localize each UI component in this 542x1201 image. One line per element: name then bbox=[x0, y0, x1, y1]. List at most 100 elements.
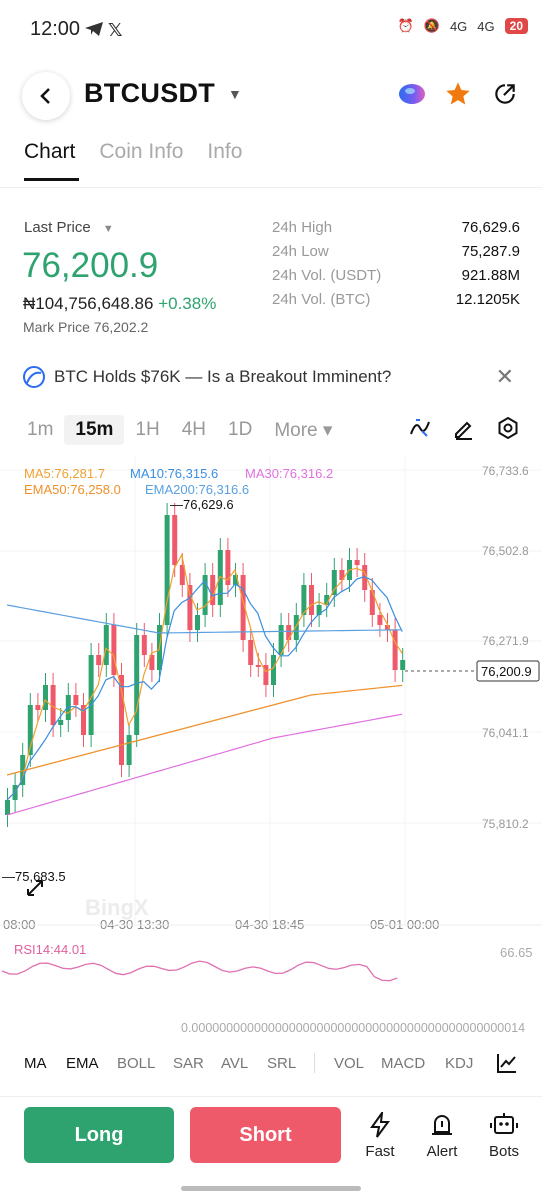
candle-body bbox=[134, 635, 140, 735]
news-banner[interactable]: BTC Holds $76K — Is a Breakout Imminent? bbox=[22, 364, 522, 390]
tf-15m[interactable]: 15m bbox=[64, 415, 125, 445]
alert-label: Alert bbox=[426, 1143, 458, 1160]
tab-info[interactable]: Info bbox=[207, 140, 242, 164]
tab-active-indicator bbox=[24, 178, 79, 181]
indicator-settings-icon[interactable] bbox=[496, 1052, 518, 1074]
x-icon: 𝕏 bbox=[108, 20, 123, 40]
chart-tools bbox=[408, 416, 520, 440]
candle-body bbox=[377, 615, 383, 625]
y-tick: 76,271.9 bbox=[482, 634, 529, 648]
ind-ma[interactable]: MA bbox=[24, 1055, 47, 1072]
stat-label: 24h Vol. (USDT) bbox=[272, 267, 382, 284]
robot-icon bbox=[490, 1113, 518, 1134]
header: BTCUSDT ▼ bbox=[0, 68, 542, 124]
star-icon[interactable] bbox=[444, 80, 472, 113]
pair-title[interactable]: BTCUSDT bbox=[84, 78, 215, 109]
stats-panel: 24h High 76,629.6 24h Low 75,287.9 24h Vol… bbox=[272, 219, 520, 315]
stat-row: 24h Vol. (USDT) 921.88M bbox=[272, 267, 520, 291]
ind-avl[interactable]: AVL bbox=[221, 1055, 248, 1072]
pair-dropdown-icon[interactable]: ▼ bbox=[228, 86, 242, 102]
tf-1d[interactable]: 1D bbox=[217, 415, 263, 445]
candle-body bbox=[392, 630, 398, 670]
low-marker: —75,683.5 bbox=[2, 869, 66, 884]
candle-body bbox=[103, 625, 109, 665]
main-tabs: Chart Coin Info Info bbox=[24, 140, 242, 164]
stat-value: 12.1205K bbox=[455, 291, 520, 308]
candle-body bbox=[141, 635, 147, 655]
bots-label: Bots bbox=[488, 1143, 519, 1160]
stat-value: 76,629.6 bbox=[461, 219, 520, 236]
indicator-tool-icon[interactable] bbox=[408, 416, 432, 440]
ind-vol[interactable]: VOL bbox=[334, 1055, 364, 1072]
stat-label: 24h Vol. (BTC) bbox=[272, 291, 371, 308]
tf-more[interactable]: More ▾ bbox=[263, 415, 343, 446]
candle-body bbox=[271, 655, 276, 685]
last-price-label: Last Price bbox=[24, 219, 91, 236]
back-button[interactable] bbox=[22, 72, 70, 120]
candle-body bbox=[400, 660, 406, 670]
status-icons: ⏰ 🔕 4G 4G 20 bbox=[398, 18, 528, 34]
short-button[interactable]: Short bbox=[190, 1107, 341, 1163]
candle-body bbox=[58, 720, 64, 725]
share-icon[interactable] bbox=[492, 81, 518, 112]
candle-body bbox=[309, 585, 314, 615]
candle-body bbox=[126, 735, 132, 765]
local-price: ₦104,756,648.86 bbox=[23, 294, 154, 313]
home-indicator bbox=[181, 1186, 361, 1191]
rsi-legend: RSI14:44.01 bbox=[14, 942, 86, 957]
ma5-legend: MA5:76,281.7 bbox=[24, 466, 105, 481]
candle-body bbox=[248, 640, 254, 665]
alert-button[interactable]: Alert bbox=[417, 1111, 467, 1160]
candle-body bbox=[286, 625, 292, 640]
mark-price: Mark Price 76,202.2 bbox=[23, 319, 149, 335]
timeframe-bar: 1m 15m 1H 4H 1D More ▾ bbox=[16, 414, 343, 446]
ind-ema[interactable]: EMA bbox=[66, 1055, 99, 1072]
rsi-panel[interactable]: RSI14:44.01 66.65 0.00000000000000000000… bbox=[0, 940, 542, 1040]
y-tick: 76,733.6 bbox=[482, 464, 529, 478]
settings-icon[interactable] bbox=[496, 416, 520, 440]
last-price-selector[interactable]: Last Price ▼ bbox=[24, 219, 114, 236]
stat-row: 24h Vol. (BTC) 12.1205K bbox=[272, 291, 520, 315]
long-button[interactable]: Long bbox=[24, 1107, 174, 1163]
ind-sar[interactable]: SAR bbox=[173, 1055, 204, 1072]
ma30-line bbox=[6, 713, 403, 816]
news-logo-icon bbox=[23, 366, 45, 388]
lightning-icon bbox=[370, 1112, 390, 1138]
news-text: BTC Holds $76K — Is a Breakout Imminent? bbox=[54, 367, 392, 386]
fast-button[interactable]: Fast bbox=[355, 1111, 405, 1160]
candle-body bbox=[172, 515, 178, 565]
candle-body bbox=[43, 685, 48, 710]
bots-button[interactable]: Bots bbox=[479, 1111, 529, 1160]
rsi-line bbox=[1, 960, 398, 982]
ma30-legend: MA30:76,316.2 bbox=[245, 466, 333, 481]
ind-kdj[interactable]: KDJ bbox=[445, 1055, 473, 1072]
ind-macd[interactable]: MACD bbox=[381, 1055, 425, 1072]
battery-badge: 20 bbox=[504, 18, 528, 34]
stat-label: 24h High bbox=[272, 219, 333, 236]
svg-text:76,200.9: 76,200.9 bbox=[481, 664, 532, 679]
ind-srl[interactable]: SRL bbox=[267, 1055, 296, 1072]
close-icon[interactable]: ✕ bbox=[496, 364, 514, 390]
chevron-left-icon bbox=[40, 88, 50, 104]
candle-body bbox=[187, 585, 193, 630]
tf-4h[interactable]: 4H bbox=[171, 415, 217, 445]
caret-down-icon: ▼ bbox=[102, 223, 114, 235]
y-tick: 76,502.8 bbox=[482, 544, 529, 558]
stat-value: 921.88M bbox=[461, 267, 520, 284]
signal-2: 4G bbox=[477, 18, 495, 34]
tab-chart[interactable]: Chart bbox=[24, 140, 75, 164]
candlestick-chart[interactable]: BingX MA5:76,281.7 MA10:76,315.6 MA30:76… bbox=[0, 455, 542, 940]
stat-value: 75,287.9 bbox=[461, 243, 520, 260]
tf-1h[interactable]: 1H bbox=[124, 415, 170, 445]
ind-boll[interactable]: BOLL bbox=[117, 1055, 155, 1072]
ema200-legend: EMA200:76,316.6 bbox=[145, 482, 249, 497]
price-change: +0.38% bbox=[158, 294, 217, 313]
pencil-icon[interactable] bbox=[452, 416, 476, 440]
tf-1m[interactable]: 1m bbox=[16, 415, 64, 445]
status-time: 12:00 bbox=[30, 18, 81, 40]
ai-orb-icon[interactable] bbox=[398, 82, 426, 111]
rsi-top-value: 66.65 bbox=[500, 945, 533, 960]
candle-body bbox=[35, 705, 41, 710]
local-price-row: ₦104,756,648.86 +0.38% bbox=[23, 294, 216, 314]
tab-coin-info[interactable]: Coin Info bbox=[99, 140, 183, 164]
